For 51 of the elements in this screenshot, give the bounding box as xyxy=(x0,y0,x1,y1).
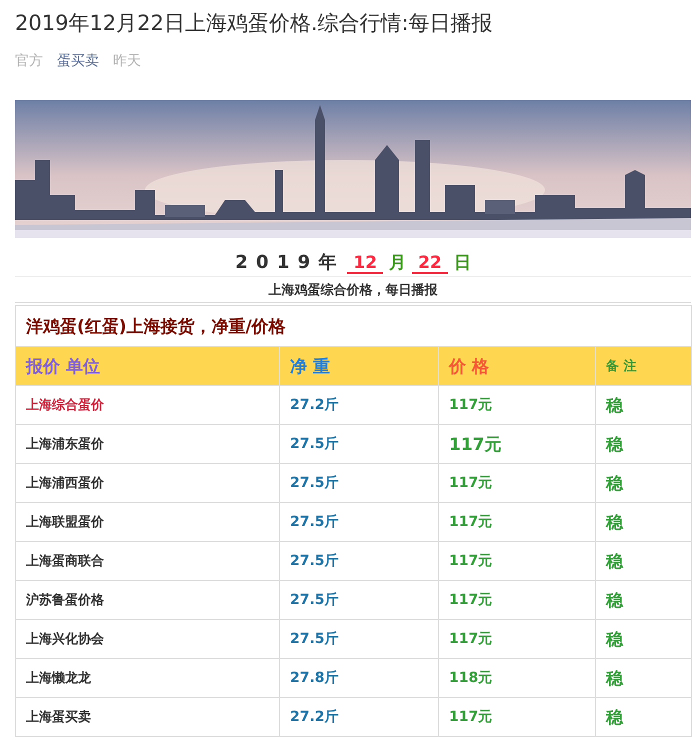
column-header: 报价 单位 xyxy=(16,346,280,386)
table-cell: 27.5斤 xyxy=(280,502,438,542)
table-cell: 上海懒龙龙 xyxy=(16,658,280,698)
table-cell: 27.8斤 xyxy=(280,658,438,698)
source-label: 官方 xyxy=(15,52,43,70)
table-cell: 上海蛋买卖 xyxy=(16,698,280,736)
date-day: 22 xyxy=(412,254,448,274)
table-cell: 27.5斤 xyxy=(280,464,438,502)
table-cell: 27.5斤 xyxy=(280,542,438,580)
table-cell: 上海浦西蛋价 xyxy=(16,464,280,502)
table-cell: 117元 xyxy=(438,542,596,580)
table-cell: 27.5斤 xyxy=(280,620,438,658)
post-time: 昨天 xyxy=(113,52,141,70)
table-cell: 27.5斤 xyxy=(280,424,438,464)
table-cell: 上海兴化协会 xyxy=(16,620,280,658)
column-header: 净 重 xyxy=(280,346,438,386)
table-cell: 上海联盟蛋价 xyxy=(16,502,280,542)
date-unit: 日 xyxy=(454,252,471,274)
table-cell: 稳 xyxy=(596,620,692,658)
table-cell: 上海浦东蛋价 xyxy=(16,424,280,464)
table-cell: 稳 xyxy=(596,502,692,542)
table-cell: 沪苏鲁蛋价格 xyxy=(16,580,280,620)
table-caption: 洋鸡蛋(红蛋)上海接货，净重/价格 xyxy=(16,306,692,346)
date-year: 2 0 1 9 年 xyxy=(235,251,338,274)
table-cell: 118元 xyxy=(438,658,596,698)
table-cell: 117元 xyxy=(438,698,596,736)
author-link[interactable]: 蛋买卖 xyxy=(57,52,99,70)
table-cell: 稳 xyxy=(596,698,692,736)
table-cell: 27.5斤 xyxy=(280,580,438,620)
table-cell: 稳 xyxy=(596,386,692,424)
date-unit: 月 xyxy=(389,252,406,274)
table-cell: 27.2斤 xyxy=(280,386,438,424)
table-cell: 27.2斤 xyxy=(280,698,438,736)
subtitle: 上海鸡蛋综合价格，每日播报 xyxy=(15,276,691,303)
table-cell: 117元 xyxy=(438,386,596,424)
table-cell: 117元 xyxy=(438,620,596,658)
table-cell: 上海蛋商联合 xyxy=(16,542,280,580)
table-cell: 117元 xyxy=(438,580,596,620)
column-header: 价 格 xyxy=(438,346,596,386)
article-title: 2019年12月22日上海鸡蛋价格.综合行情:每日播报 xyxy=(15,10,494,37)
table-cell: 稳 xyxy=(596,464,692,502)
column-header: 备 注 xyxy=(596,346,692,386)
table-cell: 117元 xyxy=(438,502,596,542)
table-cell: 117元 xyxy=(438,424,596,464)
table-cell: 稳 xyxy=(596,580,692,620)
table-cell: 稳 xyxy=(596,424,692,464)
table-cell: 117元 xyxy=(438,464,596,502)
table-cell: 稳 xyxy=(596,658,692,698)
table-cell: 稳 xyxy=(596,542,692,580)
table-cell: 上海综合蛋价 xyxy=(16,386,280,424)
date-month: 12 xyxy=(347,254,384,274)
